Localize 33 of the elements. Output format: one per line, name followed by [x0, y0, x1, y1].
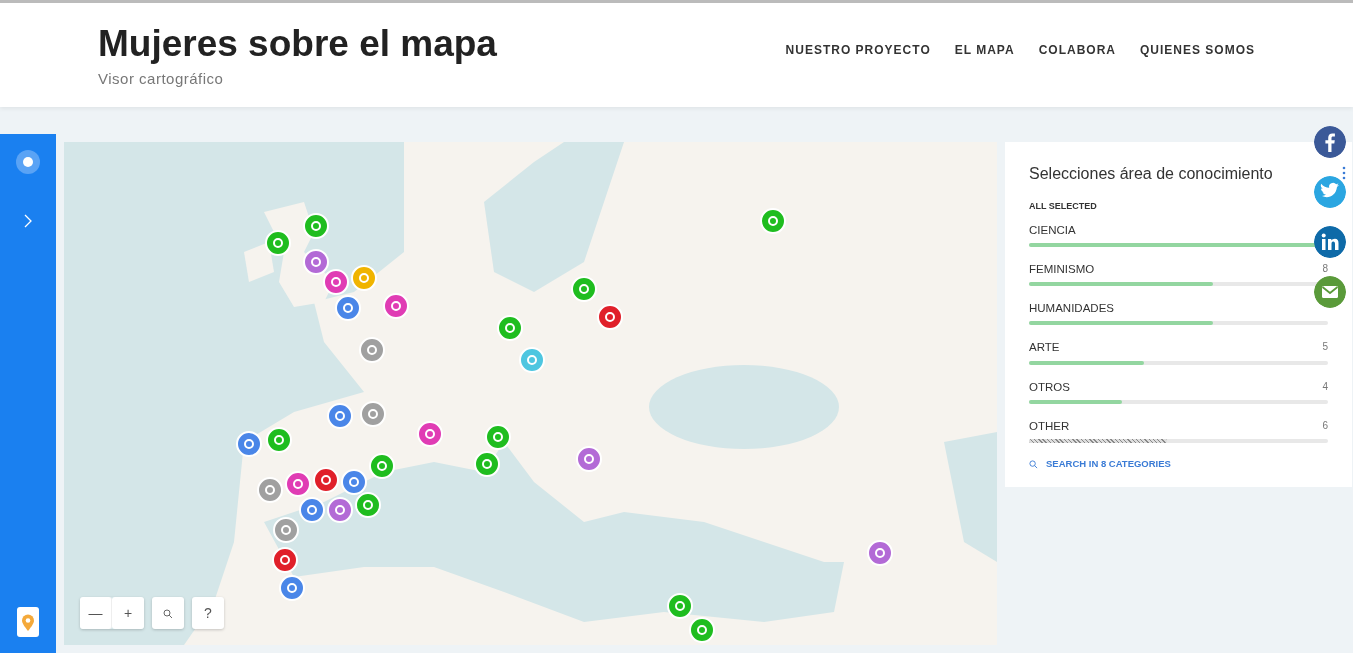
chevron-right-icon[interactable] [24, 214, 32, 228]
radio-icon[interactable] [16, 150, 40, 174]
envelope-icon[interactable] [1314, 276, 1346, 308]
bird-icon[interactable] [1314, 176, 1346, 208]
category-count: 6 [1322, 418, 1328, 433]
category-count: 4 [1322, 379, 1328, 394]
category-name[interactable]: FEMINISMO [1029, 260, 1095, 278]
category-count: 8 [1322, 261, 1328, 276]
site-title: Mujeres sobre el mapa [98, 25, 497, 62]
category-name[interactable]: HUMANIDADES [1029, 300, 1114, 318]
nav-link[interactable]: COLABORA [1038, 41, 1116, 59]
category-name[interactable]: ARTE [1029, 339, 1060, 357]
search-categories-link[interactable]: SEARCH IN 8 CATEGORIES [1029, 457, 1328, 472]
zoom-in-button[interactable]: + [112, 597, 144, 629]
search-icon [163, 608, 173, 619]
category-name[interactable]: OTHER [1029, 417, 1070, 435]
nav-link[interactable]: QUIENES SOMOS [1139, 41, 1255, 59]
linkedin-icon[interactable] [1314, 226, 1346, 258]
site-subtitle: Visor cartográfico [98, 69, 225, 89]
category-name[interactable]: OTROS [1029, 378, 1070, 396]
category-name[interactable]: CIENCIA [1029, 221, 1076, 239]
more-options-icon[interactable] [1342, 166, 1346, 180]
location-pin-icon[interactable] [17, 607, 39, 637]
help-button[interactable]: ? [192, 597, 224, 629]
map[interactable]: — + ? [64, 142, 997, 645]
facebook-icon[interactable] [1314, 126, 1346, 158]
selection-status: ALL SELECTED [1029, 200, 1098, 213]
search-icon [1029, 459, 1038, 469]
category-count: 5 [1322, 340, 1328, 355]
widget-title: Selecciones área de conocimiento [1029, 164, 1273, 184]
nav-link[interactable]: EL MAPA [954, 41, 1015, 59]
zoom-out-button[interactable]: — [80, 597, 112, 629]
nav-link[interactable]: NUESTRO PROYECTO [785, 41, 931, 59]
